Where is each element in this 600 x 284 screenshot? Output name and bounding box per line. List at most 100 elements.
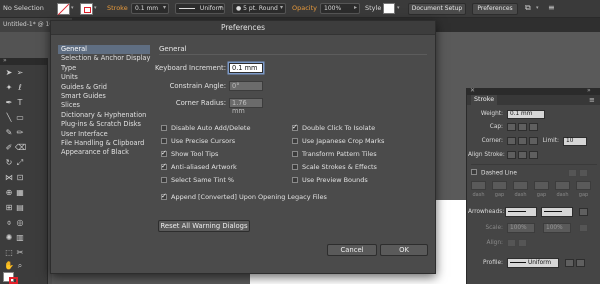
checkbox-anti-aliased-artwork[interactable]: Anti-aliased Artwork (161, 162, 237, 172)
keyboard-increment-input[interactable]: 0.1 mm (229, 63, 263, 73)
zoom-tool-icon[interactable]: ⌕ (15, 261, 25, 271)
stroke-color-icon[interactable] (9, 277, 18, 284)
end-scale-input[interactable]: 100% (543, 223, 571, 233)
opacity-label[interactable]: Opacity (292, 4, 317, 12)
slice-tool-icon[interactable]: ✂ (15, 248, 25, 258)
gap-field-3[interactable] (576, 181, 591, 190)
column-graph-tool-icon[interactable]: ▥ (15, 233, 25, 243)
flip-along-icon[interactable] (565, 259, 574, 267)
rectangle-tool-icon[interactable]: ▭ (15, 113, 25, 123)
pencil-tool-icon[interactable]: ✏ (15, 128, 25, 138)
butt-cap-icon[interactable] (507, 123, 516, 131)
dash-field-1[interactable] (471, 181, 486, 190)
dash-field-3[interactable] (555, 181, 570, 190)
magic-wand-tool-icon[interactable]: ✦ (4, 83, 14, 93)
direct-selection-tool-icon[interactable]: ➢ (15, 68, 25, 78)
hand-tool-icon[interactable]: ✋ (4, 261, 14, 271)
preferences-button[interactable]: Preferences (472, 3, 518, 15)
shape-builder-tool-icon[interactable]: ⊕ (4, 188, 14, 198)
ok-button[interactable]: OK (380, 244, 428, 256)
profile-dropdown[interactable]: Uniform (507, 258, 559, 268)
collapse-icon[interactable]: » (587, 87, 591, 94)
rotate-tool-icon[interactable]: ↻ (4, 158, 14, 168)
end-arrowhead-dropdown[interactable] (541, 207, 573, 217)
corner-radius-input[interactable]: 1.76 mm (229, 98, 263, 115)
gap-field-1[interactable] (492, 181, 507, 190)
arrow-tip-extend-icon[interactable] (507, 239, 516, 247)
paintbrush-tool-icon[interactable]: ✎ (4, 128, 14, 138)
category-dictionary-hyphenation[interactable]: Dictionary & Hyphenation (58, 111, 150, 120)
dashed-line-checkbox[interactable]: Dashed Line (471, 169, 517, 178)
stroke-tab[interactable]: Stroke (471, 95, 497, 105)
checkbox-use-japanese-crop-marks[interactable]: Use Japanese Crop Marks (292, 137, 384, 146)
checkbox-use-preview-bounds[interactable]: Use Preview Bounds (292, 176, 368, 185)
cancel-button[interactable]: Cancel (327, 244, 377, 256)
lasso-tool-icon[interactable]: ℓ (15, 83, 25, 93)
round-join-icon[interactable] (518, 137, 527, 145)
checkbox-disable-auto-add-delete[interactable]: Disable Auto Add/Delete (161, 124, 250, 133)
category-selection-anchor-display[interactable]: Selection & Anchor Display (58, 54, 150, 63)
stroke-label[interactable]: Stroke (107, 4, 128, 12)
free-transform-tool-icon[interactable]: ⊡ (15, 173, 25, 183)
symbol-sprayer-tool-icon[interactable]: ✺ (4, 233, 14, 243)
start-arrowhead-dropdown[interactable] (505, 207, 537, 217)
weight-input[interactable]: 0.1 mm (507, 110, 545, 119)
scale-tool-icon[interactable]: ⤢ (15, 158, 25, 168)
stroke-weight-field[interactable]: 0.1 mm ▾ (131, 3, 169, 14)
align-inside-icon[interactable] (518, 151, 527, 159)
opacity-field[interactable]: 100% ▸ (320, 3, 360, 14)
document-setup-button[interactable]: Document Setup (408, 3, 466, 15)
checkbox-append-converted[interactable]: Append [Converted] Upon Opening Legacy F… (161, 192, 327, 202)
constrain-angle-input[interactable]: 0° (229, 81, 263, 91)
align-center-icon[interactable] (507, 151, 516, 159)
dash-align-icon[interactable] (579, 169, 588, 177)
fill-swatch[interactable] (57, 3, 70, 15)
blend-tool-icon[interactable]: ◎ (15, 218, 25, 228)
eraser-tool-icon[interactable]: ⌫ (15, 143, 26, 153)
panel-menu-icon[interactable]: ≡ (589, 96, 595, 104)
panel-menu-icon[interactable]: ≡ (548, 3, 555, 12)
arrow-tip-end-icon[interactable] (518, 239, 527, 247)
bevel-join-icon[interactable] (529, 137, 538, 145)
checkbox-use-precise-cursors[interactable]: Use Precise Cursors (161, 137, 235, 146)
variable-width-profile-dropdown[interactable]: Uniform ▾ (175, 3, 225, 14)
close-icon[interactable]: ✕ (470, 87, 475, 94)
style-swatch[interactable] (383, 3, 395, 14)
reset-all-warning-dialogs-button[interactable]: Reset All Warning Dialogs (158, 220, 250, 232)
limit-input[interactable]: 10 (563, 137, 587, 146)
perspective-grid-tool-icon[interactable]: ▦ (15, 188, 25, 198)
brush-definition-dropdown[interactable]: ● 5 pt. Round ▾ (232, 3, 286, 14)
start-scale-input[interactable]: 100% (507, 223, 535, 233)
line-tool-icon[interactable]: ╲ (4, 113, 14, 123)
checkbox-select-same-tint[interactable]: Select Same Tint % (161, 176, 234, 185)
chevron-down-icon[interactable]: ▾ (536, 5, 539, 11)
category-user-interface[interactable]: User Interface (58, 130, 150, 139)
width-tool-icon[interactable]: ⋈ (4, 173, 14, 183)
checkbox-double-click-to-isolate[interactable]: Double Click To Isolate (292, 123, 375, 133)
tools-panel-header[interactable] (0, 58, 48, 65)
category-plugins-scratch-disks[interactable]: Plug-ins & Scratch Disks (58, 120, 150, 129)
flip-across-icon[interactable] (576, 259, 585, 267)
mesh-tool-icon[interactable]: ⊞ (4, 203, 14, 213)
checkbox-transform-pattern-tiles[interactable]: Transform Pattern Tiles (292, 150, 377, 159)
dash-field-2[interactable] (513, 181, 528, 190)
stroke-swatch[interactable] (80, 3, 93, 15)
category-file-handling-clipboard[interactable]: File Handling & Clipboard (58, 139, 150, 148)
eyedropper-tool-icon[interactable]: ⌽ (4, 218, 14, 228)
blob-brush-tool-icon[interactable]: ✐ (4, 143, 14, 153)
gradient-tool-icon[interactable]: ▤ (15, 203, 25, 213)
selection-tool-icon[interactable]: ➤ (4, 68, 14, 78)
arrange-icon[interactable]: ⧉ (525, 3, 531, 13)
pen-tool-icon[interactable]: ✒ (4, 98, 14, 108)
chevron-down-icon[interactable]: ▾ (71, 5, 74, 11)
swap-arrowheads-icon[interactable] (579, 208, 588, 216)
category-general[interactable]: General (58, 45, 150, 55)
collapse-icon[interactable]: » (3, 57, 7, 64)
gap-field-2[interactable] (534, 181, 549, 190)
link-icon[interactable] (579, 224, 588, 232)
checkbox-show-tool-tips[interactable]: Show Tool Tips (161, 149, 218, 159)
artboard-tool-icon[interactable]: ⬚ (4, 248, 14, 258)
chevron-down-icon[interactable]: ▾ (397, 5, 400, 11)
type-tool-icon[interactable]: T (15, 98, 25, 108)
category-appearance-of-black[interactable]: Appearance of Black (58, 148, 150, 157)
